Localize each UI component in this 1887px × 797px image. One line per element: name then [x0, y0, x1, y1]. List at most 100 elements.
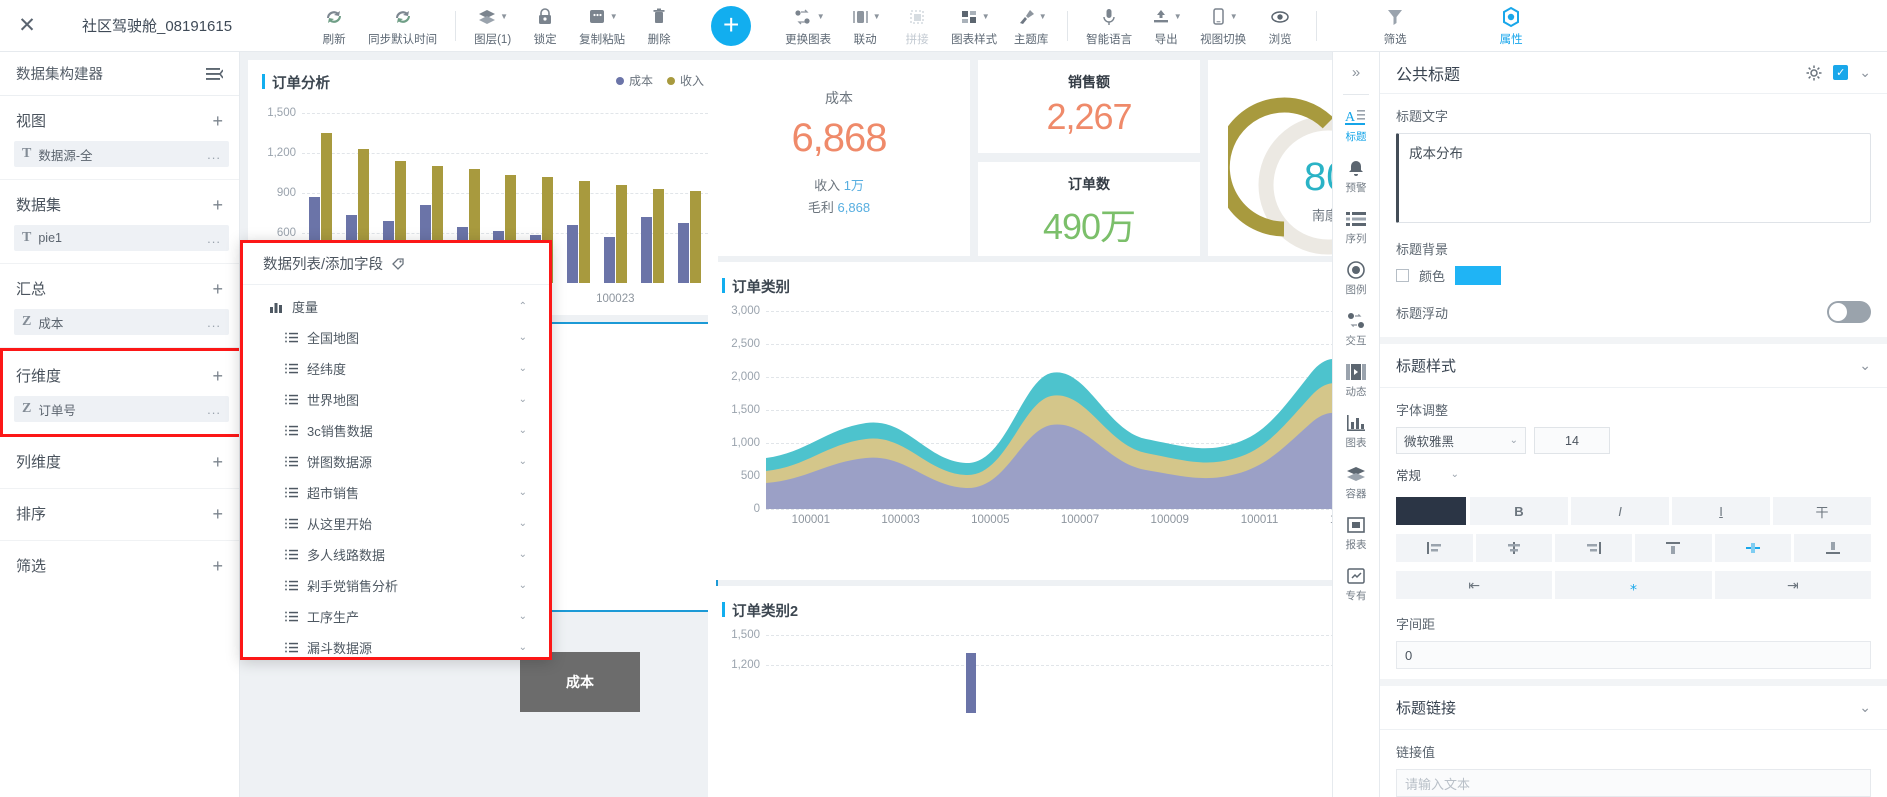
add-column-dimension-button[interactable]: + — [212, 455, 223, 469]
align-center-icon[interactable] — [1476, 534, 1553, 562]
font-color-swatch[interactable] — [1396, 497, 1466, 525]
tool-layers[interactable]: ▼ 图层(1) — [466, 0, 519, 52]
chevron-up-icon[interactable]: ⌃ — [519, 301, 527, 312]
title-link-accordion[interactable]: 标题链接 ⌄ — [1380, 686, 1887, 730]
italic-button[interactable]: I — [1571, 497, 1669, 525]
list-settings-icon[interactable] — [206, 67, 223, 81]
chevron-down-icon[interactable]: ⌄ — [519, 394, 527, 405]
tool-swap-chart[interactable]: ▼ 更换图表 — [777, 0, 839, 52]
tool-refresh[interactable]: 刷新 — [308, 0, 360, 52]
popup-list-item[interactable]: 全国地图 ⌄ — [243, 322, 549, 353]
title-bg-color-swatch[interactable] — [1455, 266, 1501, 285]
rail-item-report[interactable]: 报表 — [1333, 507, 1379, 558]
chevron-down-icon[interactable]: ⌄ — [519, 549, 527, 560]
more-options-icon[interactable]: ... — [207, 402, 221, 417]
tool-export[interactable]: ▼ 导出 — [1140, 0, 1192, 52]
data-list-popup[interactable]: 数据列表/添加字段 close-icon 度量 ⌃ 全国地图 — [240, 240, 552, 660]
more-options-icon[interactable]: ... — [207, 147, 221, 162]
tag-icon[interactable] — [391, 256, 406, 271]
link-value-input[interactable]: 请输入文本 — [1396, 769, 1871, 797]
title-bg-checkbox[interactable] — [1396, 269, 1409, 282]
chevron-down-icon[interactable]: ⌄ — [519, 611, 527, 622]
card-cost-chip[interactable]: 成本 — [520, 652, 640, 712]
chevron-down-icon[interactable]: ⌄ — [519, 363, 527, 374]
title-style-accordion[interactable]: 标题样式 ⌄ — [1380, 344, 1887, 388]
checkbox-checked-icon[interactable]: ✓ — [1833, 65, 1848, 80]
chevron-down-icon[interactable]: ⌄ — [519, 425, 527, 436]
double-chevron-right-icon[interactable]: » — [1333, 52, 1379, 92]
align-bottom-icon[interactable] — [1794, 534, 1871, 562]
chevron-down-icon[interactable]: ⌄ — [519, 642, 527, 653]
popup-list-item[interactable]: 饼图数据源 ⌄ — [243, 446, 549, 477]
pos-center-icon[interactable]: ⁎ — [1555, 571, 1711, 599]
add-component-button[interactable]: + — [711, 6, 751, 46]
tool-properties[interactable]: 属性 — [1485, 0, 1537, 52]
tool-link[interactable]: ▼ 联动 — [839, 0, 891, 52]
add-row-dimension-button[interactable]: + — [212, 369, 223, 383]
align-right-icon[interactable] — [1555, 534, 1632, 562]
tool-sync-time[interactable]: 同步默认时间 — [360, 0, 445, 52]
add-dataset-button[interactable]: + — [212, 198, 223, 212]
tool-delete[interactable]: 删除 — [633, 0, 685, 52]
font-size-input[interactable]: 14 — [1534, 427, 1610, 454]
font-weight-select[interactable]: 常规 ⌄ — [1396, 461, 1466, 488]
tool-theme[interactable]: ▼ 主题库 — [1005, 0, 1057, 52]
more-options-icon[interactable]: ... — [207, 315, 221, 330]
letter-spacing-input[interactable]: 0 — [1396, 641, 1871, 669]
tool-merge[interactable]: 拼接 — [891, 0, 943, 52]
popup-list-item[interactable]: 超市销售 ⌄ — [243, 477, 549, 508]
tool-smart-language[interactable]: 智能语言 — [1078, 0, 1140, 52]
card-order-category[interactable]: 订单类别 3,000 2,500 2,000 1,500 1,000 500 0… — [708, 262, 1332, 580]
chevron-down-icon[interactable]: ⌄ — [519, 456, 527, 467]
list-item[interactable]: Z 成本 ... — [14, 309, 229, 335]
tool-filter[interactable]: 筛选 — [1369, 0, 1421, 52]
add-view-button[interactable]: + — [212, 114, 223, 128]
tool-copy-paste[interactable]: ▼ 复制粘贴 — [571, 0, 633, 52]
popup-list-item[interactable]: 世界地图 ⌄ — [243, 384, 549, 415]
close-icon[interactable]: ✕ — [0, 0, 54, 52]
pos-end-icon[interactable]: ⇥ — [1715, 571, 1871, 599]
tool-preview[interactable]: 浏览 — [1254, 0, 1306, 52]
bold-button[interactable]: B — [1470, 497, 1568, 525]
align-left-icon[interactable] — [1396, 534, 1473, 562]
rail-item-exclusive[interactable]: 专有 — [1333, 558, 1379, 609]
chevron-down-icon[interactable]: ⌄ — [519, 580, 527, 591]
chevron-down-icon[interactable]: ⌄ — [519, 518, 527, 529]
card-kpi-orders[interactable]: 订单数 490万 — [978, 162, 1200, 256]
rail-item-series[interactable]: 序列 — [1333, 201, 1379, 252]
tool-view-switch[interactable]: ▼ 视图切换 — [1192, 0, 1254, 52]
tool-chart-style[interactable]: ▼ 图表样式 — [943, 0, 1005, 52]
list-item[interactable]: T 数据源-全 ... — [14, 141, 229, 167]
align-top-icon[interactable] — [1635, 534, 1712, 562]
chevron-down-icon[interactable]: ⌄ — [519, 487, 527, 498]
popup-list-item[interactable]: 剁手党销售分析 ⌄ — [243, 570, 549, 601]
chevron-down-icon[interactable]: ⌄ — [1859, 64, 1871, 81]
list-item[interactable]: Z 订单号 ... — [14, 396, 229, 422]
rail-item-legend[interactable]: 图例 — [1333, 252, 1379, 303]
gear-icon[interactable] — [1806, 65, 1822, 81]
chevron-down-icon[interactable]: ⌄ — [1859, 699, 1871, 716]
pos-start-icon[interactable]: ⇤ — [1396, 571, 1552, 599]
rail-item-title[interactable]: A 标题 — [1333, 99, 1379, 150]
more-options-icon[interactable]: ... — [207, 231, 221, 246]
strikethrough-button[interactable]: 干 — [1773, 497, 1871, 525]
card-kpi-cost[interactable]: 成本 6,868 收入 1万 毛利 6,868 — [708, 60, 970, 256]
chevron-down-icon[interactable]: ⌄ — [1859, 357, 1871, 374]
rail-item-animation[interactable]: 动态 — [1333, 354, 1379, 405]
font-family-select[interactable]: 微软雅黑 ⌄ — [1396, 427, 1526, 454]
card-kpi-sales[interactable]: 销售额 2,267 — [978, 60, 1200, 153]
rail-item-alert[interactable]: 预警 — [1333, 150, 1379, 201]
align-middle-icon[interactable] — [1715, 534, 1792, 562]
popup-group-measure[interactable]: 度量 ⌃ — [243, 291, 549, 322]
rail-item-container[interactable]: 容器 — [1333, 456, 1379, 507]
card-order-category-2[interactable]: 订单类别2 1,500 1,200 — [708, 586, 1332, 797]
card-gauge[interactable]: 80 南康 — [1208, 60, 1332, 256]
rail-item-interaction[interactable]: 交互 — [1333, 303, 1379, 354]
title-float-toggle[interactable] — [1827, 301, 1871, 323]
popup-list-item[interactable]: 漏斗数据源 ⌄ — [243, 632, 549, 657]
popup-list-item[interactable]: 3c销售数据 ⌄ — [243, 415, 549, 446]
add-filter-button[interactable]: + — [212, 559, 223, 573]
chevron-down-icon[interactable]: ⌄ — [519, 332, 527, 343]
list-item[interactable]: T pie1 ... — [14, 225, 229, 251]
popup-list-item[interactable]: 多人线路数据 ⌄ — [243, 539, 549, 570]
